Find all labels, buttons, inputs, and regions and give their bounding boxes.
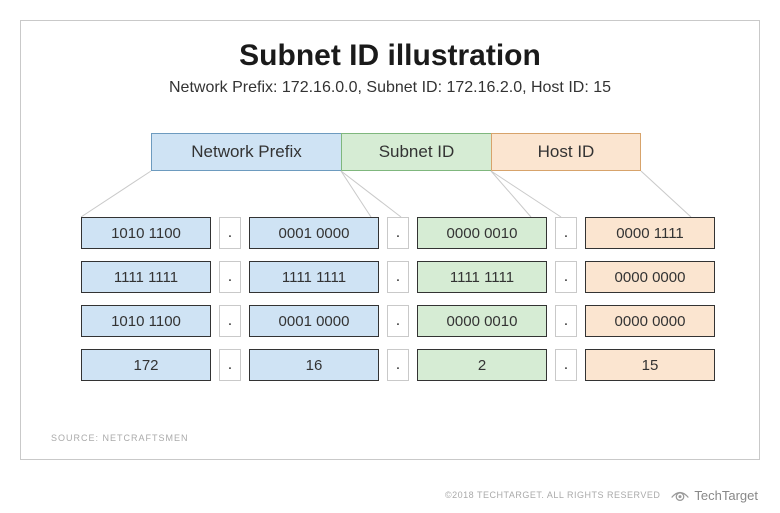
dot-separator: . <box>387 261 409 293</box>
copyright-text: ©2018 TECHTARGET. ALL RIGHTS RESERVED <box>445 490 660 500</box>
octet-cell: 1010 1100 <box>81 305 211 337</box>
octet-cell: 172 <box>81 349 211 381</box>
octet-cell: 0001 0000 <box>249 305 379 337</box>
octet-cell: 2 <box>417 349 547 381</box>
techtarget-logo: TechTarget <box>670 485 758 505</box>
octet-grid: 1010 1100 . 0001 0000 . 0000 0010 . 0000… <box>81 217 715 393</box>
dot-separator: . <box>219 217 241 249</box>
octet-cell: 0000 1111 <box>585 217 715 249</box>
dot-separator: . <box>555 217 577 249</box>
dot-separator: . <box>387 305 409 337</box>
octet-cell: 0001 0000 <box>249 217 379 249</box>
dot-separator: . <box>555 305 577 337</box>
table-row: 1111 1111 . 1111 1111 . 1111 1111 . 0000… <box>81 261 715 293</box>
header-subnet-id: Subnet ID <box>341 133 491 171</box>
octet-cell: 0000 0000 <box>585 261 715 293</box>
octet-cell: 1111 1111 <box>417 261 547 293</box>
octet-cell: 1010 1100 <box>81 217 211 249</box>
octet-cell: 16 <box>249 349 379 381</box>
octet-cell: 1111 1111 <box>249 261 379 293</box>
header-row: Network Prefix Subnet ID Host ID <box>151 133 641 171</box>
source-credit: SOURCE: NETCRAFTSMEN <box>51 433 189 443</box>
eye-icon <box>670 485 690 505</box>
octet-cell: 0000 0010 <box>417 305 547 337</box>
diagram-subtitle: Network Prefix: 172.16.0.0, Subnet ID: 1… <box>21 79 759 97</box>
dot-separator: . <box>219 305 241 337</box>
table-row: 1010 1100 . 0001 0000 . 0000 0010 . 0000… <box>81 305 715 337</box>
header-host-id: Host ID <box>491 133 641 171</box>
octet-cell: 0000 0000 <box>585 305 715 337</box>
diagram-frame: Subnet ID illustration Network Prefix: 1… <box>20 20 760 460</box>
diagram-title: Subnet ID illustration <box>21 39 759 73</box>
dot-separator: . <box>555 261 577 293</box>
octet-cell: 0000 0010 <box>417 217 547 249</box>
brand-text: TechTarget <box>694 488 758 503</box>
footer: ©2018 TECHTARGET. ALL RIGHTS RESERVED Te… <box>445 485 758 505</box>
dot-separator: . <box>555 349 577 381</box>
table-row: 172 . 16 . 2 . 15 <box>81 349 715 381</box>
header-network-prefix: Network Prefix <box>151 133 341 171</box>
dot-separator: . <box>219 349 241 381</box>
octet-cell: 1111 1111 <box>81 261 211 293</box>
dot-separator: . <box>387 349 409 381</box>
dot-separator: . <box>219 261 241 293</box>
octet-cell: 15 <box>585 349 715 381</box>
dot-separator: . <box>387 217 409 249</box>
table-row: 1010 1100 . 0001 0000 . 0000 0010 . 0000… <box>81 217 715 249</box>
